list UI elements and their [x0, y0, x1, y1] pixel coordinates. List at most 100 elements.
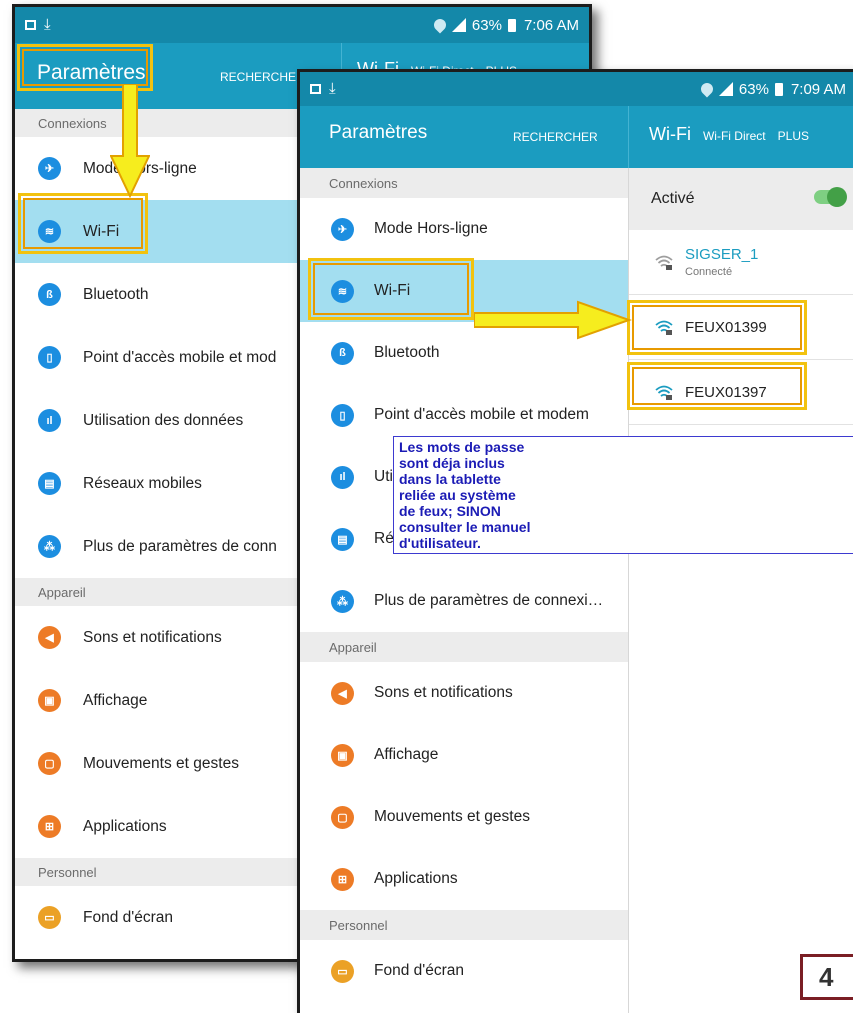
header-divider — [628, 106, 629, 168]
settings-item-label: Applications — [374, 870, 458, 887]
settings-item[interactable]: ≋ Wi-Fi — [300, 260, 628, 322]
settings-item[interactable]: ✈ Mode Hors-ligne — [300, 198, 628, 260]
settings-item[interactable]: ▣ Affichage — [300, 724, 628, 786]
note-line: Les mots de passe — [399, 439, 525, 455]
settings-item[interactable]: ▢ Mouvements et gestes — [300, 786, 628, 848]
wifi-panel: Activé SIGSER_1 Connecté FEUX01399 FEUX0139… — [629, 168, 853, 1013]
settings-item[interactable]: ▭ Fond d'écran — [300, 940, 628, 1002]
wifi-network-name: FEUX01397 — [685, 383, 767, 401]
status-time: 7:06 AM — [523, 16, 579, 34]
more-connections-icon: ⁂ — [38, 535, 61, 558]
wifi-status-icon — [431, 16, 449, 34]
wifi-network-item[interactable]: SIGSER_1 Connecté — [629, 230, 853, 295]
settings-item-label: Mode Hors-ligne — [374, 220, 488, 237]
display-icon: ▣ — [38, 689, 61, 712]
gallery-icon — [25, 20, 36, 30]
mobile-networks-icon: ▤ — [331, 527, 354, 551]
note-line: d'utilisateur. — [399, 535, 481, 551]
settings-item-label: Applications — [83, 817, 167, 835]
wifi-network-item[interactable]: FEUX01399 — [629, 295, 853, 360]
wifi-network-item[interactable]: FEUX01397 — [629, 360, 853, 425]
settings-item-label: Wi-Fi — [374, 282, 411, 299]
wifi-toggle-switch[interactable] — [814, 187, 847, 207]
motion-icon: ▢ — [38, 752, 61, 775]
settings-item-label: Fond d'écran — [83, 908, 173, 926]
airplane-icon: ✈ — [38, 157, 61, 180]
wifi-icon: ≋ — [331, 279, 354, 303]
settings-item-label: Réseaux mobiles — [83, 474, 202, 492]
data-usage-icon: ıl — [331, 465, 354, 489]
section-header: Personnel — [300, 910, 628, 940]
settings-item-label: Plus de paramètres de connexi… — [374, 592, 604, 609]
settings-list: Connexions ✈ Mode Hors-ligne ≋ Wi-Fi ß Bluetoo… — [300, 168, 629, 1013]
settings-item-label: Affichage — [374, 746, 439, 763]
settings-item-label: Fond d'écran — [374, 962, 464, 979]
settings-item[interactable]: ◀ Sons et notifications — [300, 662, 628, 724]
settings-item-label: Affichage — [83, 691, 148, 709]
wifi-status-icon — [698, 80, 716, 98]
more-connections-icon: ⁂ — [331, 589, 354, 613]
airplane-icon: ✈ — [331, 217, 354, 241]
wifi-network-name: SIGSER_1 — [685, 246, 759, 263]
note-line: dans la tablette — [399, 471, 501, 487]
mobile-networks-icon: ▤ — [38, 472, 61, 495]
gallery-icon — [310, 84, 321, 94]
wifi-toggle-label: Activé — [651, 190, 695, 207]
settings-item-label: Utilisation des données — [83, 411, 244, 429]
status-bar: ⤓ 63% 7:09 AM — [300, 72, 853, 106]
settings-item-label: Point d'accès mobile et modem — [374, 406, 589, 423]
wallpaper-icon: ▭ — [38, 906, 61, 929]
wifi-toggle-row[interactable]: Activé — [629, 168, 853, 230]
page-title: Paramètres — [37, 61, 146, 84]
wifi-icon: ≋ — [38, 220, 61, 243]
display-icon: ▣ — [331, 743, 354, 767]
wifi-locked-icon — [655, 320, 673, 335]
page-title: Paramètres — [329, 122, 428, 143]
settings-item-label: Bluetooth — [374, 344, 440, 361]
more-button[interactable]: PLUS — [778, 129, 809, 143]
search-button[interactable]: RECHERCHER — [513, 130, 598, 144]
bluetooth-icon: ß — [331, 341, 354, 365]
sound-icon: ◀ — [38, 626, 61, 649]
bluetooth-icon: ß — [38, 283, 61, 306]
search-button[interactable]: RECHERCHER — [220, 70, 305, 84]
battery-level: 63% — [471, 16, 502, 34]
settings-item[interactable]: ⁂ Plus de paramètres de connexi… — [300, 570, 628, 632]
battery-icon — [507, 18, 516, 32]
note-line: consulter le manuel — [399, 519, 531, 535]
section-header: Appareil — [300, 632, 628, 662]
section-header: Connexions — [300, 168, 628, 198]
wifi-direct-button[interactable]: Wi-Fi Direct — [703, 129, 766, 143]
battery-icon — [774, 82, 783, 96]
sound-icon: ◀ — [331, 681, 354, 705]
settings-item-label: Bluetooth — [83, 285, 149, 303]
settings-item-label: Wi-Fi — [83, 222, 120, 240]
app-header: Paramètres RECHERCHER Wi-Fi Wi-Fi Direct… — [300, 106, 853, 168]
settings-item[interactable]: ß Bluetooth — [300, 322, 628, 384]
note-line: de feux; SINON — [399, 503, 501, 519]
password-note: Les mots de passe sont déja inclus dans la… — [393, 436, 853, 554]
battery-level: 63% — [738, 80, 769, 98]
settings-item-label: Mouvements et gestes — [83, 754, 239, 772]
settings-item[interactable]: ⊞ Applications — [300, 848, 628, 910]
wifi-locked-icon — [655, 255, 673, 270]
motion-icon: ▢ — [331, 805, 354, 829]
settings-item-label: Sons et notifications — [374, 684, 513, 701]
note-line: reliée au système — [399, 487, 516, 503]
settings-item-label: Mouvements et gestes — [374, 808, 530, 825]
wifi-locked-icon — [655, 385, 673, 400]
wifi-network-status: Connecté — [685, 266, 733, 278]
wifi-network-name: FEUX01399 — [685, 318, 767, 336]
signal-icon — [451, 18, 466, 32]
download-icon: ⤓ — [44, 16, 51, 33]
settings-item-label: Sons et notifications — [83, 628, 222, 646]
network-list: SIGSER_1 Connecté FEUX01399 FEUX01397 — [629, 230, 853, 425]
page-number: 4 — [800, 954, 853, 1000]
apps-icon: ⊞ — [331, 867, 354, 891]
hotspot-icon: ▯ — [38, 346, 61, 369]
settings-item-label: Mode Hors-ligne — [83, 159, 197, 177]
note-line: sont déja inclus — [399, 455, 505, 471]
download-icon: ⤓ — [329, 80, 336, 97]
apps-icon: ⊞ — [38, 815, 61, 838]
wifi-tab[interactable]: Wi-Fi — [649, 124, 691, 145]
